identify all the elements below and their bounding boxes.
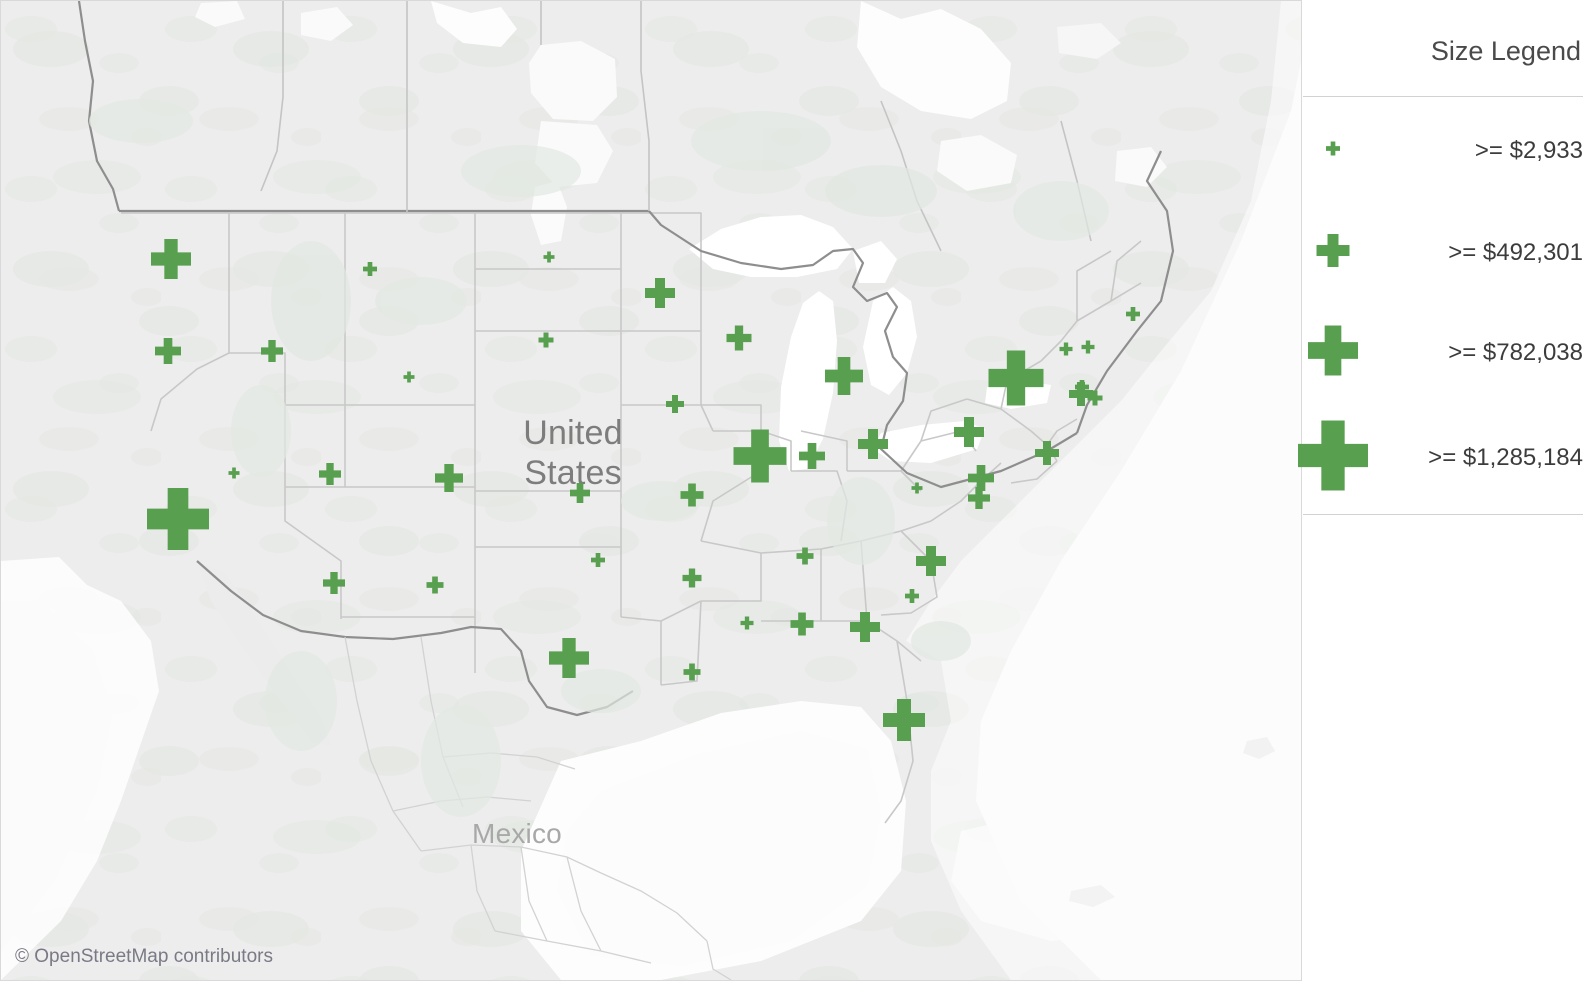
legend-label: >= $2,933 [1474,137,1583,164]
legend-plus-icon [1326,141,1340,161]
marker-ca-losangeles[interactable] [147,488,209,550]
marker-az-phoenix[interactable] [323,572,345,594]
marker-nd-fargo[interactable] [543,251,555,263]
marker-ct-hartford[interactable] [1081,340,1095,354]
legend-rows: >= $2,933 >= $492,301 >= $782,038 >= $1,285… [1298,97,1591,514]
marker-mi-detroit[interactable] [825,357,863,395]
marker-oh-columbus[interactable] [858,429,888,459]
size-legend-panel: Size Legend >= $2,933 >= $492,301 >= $782,… [1298,0,1591,992]
marker-wi-madison[interactable] [726,325,752,351]
legend-plus-icon [1316,234,1350,272]
marker-ma-boston[interactable] [1059,342,1073,356]
marker-mn-minneapolis[interactable] [645,278,675,308]
marker-ri-providence[interactable] [1087,390,1103,406]
marker-nc-charlotte[interactable] [916,546,946,576]
marker-fl-miami[interactable] [883,699,925,741]
legend-label: >= $1,285,184 [1428,444,1583,471]
marker-ia-desmoines[interactable] [666,395,684,413]
marker-sd-sioux[interactable] [538,332,554,348]
legend-title: Size Legend [1430,36,1581,66]
map-panel[interactable]: United States Mexico © OpenStreetMap con… [0,0,1302,981]
marker-nm-albuquerque[interactable] [426,576,444,594]
legend-plus-icon [1308,325,1358,381]
place-label-mexico: Mexico [472,818,562,850]
legend-plus-icon [1298,420,1368,496]
marker-ut-saltlake[interactable] [319,463,341,485]
marker-co-denver[interactable] [435,464,463,492]
marker-wy-cheyenne[interactable] [403,371,415,383]
marker-ny-upstate[interactable] [954,417,984,447]
place-label-mexico-line1: Mexico [472,818,562,849]
marker-nj-newark[interactable] [1035,441,1059,465]
place-label-united-states-line1: United [523,414,623,452]
osm-attribution[interactable]: © OpenStreetMap contributors [15,946,273,968]
marker-nv-lasvegas[interactable] [228,467,240,479]
marker-tx-dallas[interactable] [549,638,589,678]
marker-sc-columbia[interactable] [905,589,919,603]
marker-ky-louisville[interactable] [680,483,704,507]
map-visualization: United States Mexico © OpenStreetMap con… [0,0,1591,992]
marker-wa-seattle[interactable] [151,239,191,279]
legend-label: >= $492,301 [1448,239,1583,266]
marker-il-chicago[interactable] [733,429,787,483]
marker-mo-stlouis[interactable] [591,553,605,567]
marker-nh-manchester[interactable] [1126,307,1140,321]
marker-ms-jackson[interactable] [740,616,754,630]
marker-ga-atlanta[interactable] [850,612,880,642]
marker-la-neworleans[interactable] [683,663,701,681]
marker-tn-nashville[interactable] [796,547,814,565]
marker-de-dover[interactable] [968,487,990,509]
marker-or-portland[interactable] [155,338,181,364]
marker-al-birmingham[interactable] [790,612,814,636]
marker-ne-omaha[interactable] [570,483,590,503]
legend-label: >= $782,038 [1448,339,1583,366]
marker-va-richmond[interactable] [911,482,923,494]
marker-ny-newyork[interactable] [988,350,1044,406]
marker-id-boise[interactable] [261,340,283,362]
place-label-united-states: United States [523,413,622,493]
marker-in-indianapolis[interactable] [799,443,825,469]
marker-ar-littlerock[interactable] [682,568,702,588]
marker-mt-billings[interactable] [363,262,377,276]
legend-divider-bottom [1303,514,1583,515]
